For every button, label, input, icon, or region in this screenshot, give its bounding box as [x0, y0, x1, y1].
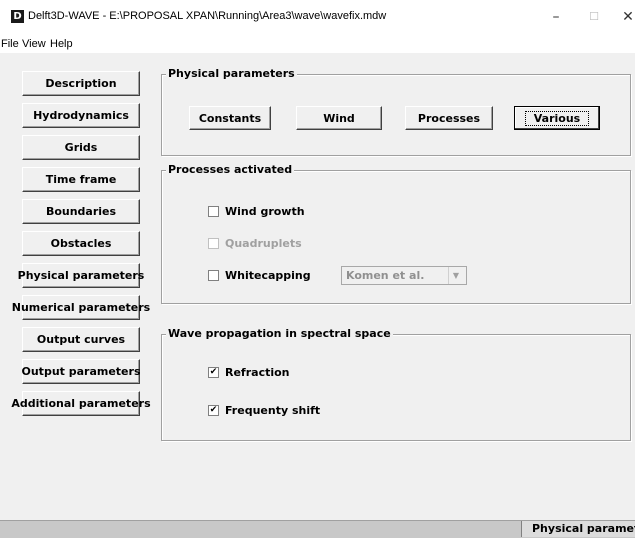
- whitecapping-method-value: Komen et al.: [346, 269, 425, 282]
- frequency-shift-label: Frequenty shift: [225, 404, 321, 417]
- status-panel: Physical parameters: [521, 521, 635, 537]
- various-label: Various: [524, 110, 590, 126]
- processes-activated-title: Processes activated: [166, 163, 295, 176]
- nav-output-parameters-button[interactable]: Output parameters: [22, 359, 141, 384]
- delft3d-app-icon: D: [11, 10, 24, 23]
- quadruplets-check-box: [208, 238, 219, 249]
- quadruplets-checkbox[interactable]: Quadruplets: [208, 237, 302, 250]
- processes-label: Processes: [417, 111, 481, 125]
- wind-button[interactable]: Wind: [296, 106, 382, 130]
- wave-propagation-title: Wave propagation in spectral space: [166, 327, 393, 340]
- nav-boundaries-button[interactable]: Boundaries: [22, 199, 140, 224]
- nav-physical-parameters-button[interactable]: Physical parameters: [18, 263, 144, 288]
- minimize-button[interactable]: –: [541, 6, 571, 28]
- nav-description-button[interactable]: Description: [22, 71, 140, 96]
- frequency-shift-checkbox[interactable]: ✔ Frequenty shift: [208, 404, 320, 417]
- constants-label: Constants: [198, 111, 262, 125]
- menu-bar: [0, 36, 635, 53]
- nav-hydrodynamics-button[interactable]: Hydrodynamics: [22, 103, 140, 128]
- refraction-checkbox[interactable]: ✔ Refraction: [208, 366, 290, 379]
- menu-help[interactable]: Help: [50, 38, 73, 50]
- refraction-label: Refraction: [225, 366, 290, 379]
- menu-file[interactable]: File: [1, 38, 19, 50]
- frequency-shift-check-box: ✔: [208, 405, 219, 416]
- refraction-check-box: ✔: [208, 367, 219, 378]
- wind-growth-checkbox[interactable]: Wind growth: [208, 205, 305, 218]
- whitecapping-check-box: [208, 270, 219, 281]
- whitecapping-label: Whitecapping: [225, 269, 311, 282]
- close-button[interactable]: ✕: [613, 6, 635, 28]
- wind-growth-label: Wind growth: [225, 205, 305, 218]
- whitecapping-method-select[interactable]: Komen et al. ▼: [341, 266, 467, 285]
- nav-numerical-parameters-button[interactable]: Numerical parameters: [12, 295, 150, 320]
- nav-obstacles-button[interactable]: Obstacles: [22, 231, 140, 256]
- physical-parameters-title: Physical parameters: [166, 67, 297, 80]
- wind-label: Wind: [323, 111, 355, 125]
- wave-propagation-group: [161, 334, 631, 441]
- nav-grids-button[interactable]: Grids: [22, 135, 140, 160]
- various-button[interactable]: Various: [514, 106, 600, 130]
- window-title: Delft3D-WAVE - E:\PROPOSAL XPAN\Running\…: [28, 10, 387, 22]
- whitecapping-checkbox[interactable]: Whitecapping: [208, 269, 311, 282]
- constants-button[interactable]: Constants: [189, 106, 271, 130]
- maximize-button[interactable]: ☐: [579, 6, 609, 28]
- nav-time-frame-button[interactable]: Time frame: [22, 167, 140, 192]
- nav-output-curves-button[interactable]: Output curves: [22, 327, 140, 352]
- menu-view[interactable]: View: [22, 38, 46, 50]
- processes-button[interactable]: Processes: [405, 106, 493, 130]
- chevron-down-icon: ▼: [448, 267, 463, 284]
- wind-growth-check-box: [208, 206, 219, 217]
- quadruplets-label: Quadruplets: [225, 237, 302, 250]
- nav-additional-parameters-button[interactable]: Additional parameters: [11, 391, 151, 416]
